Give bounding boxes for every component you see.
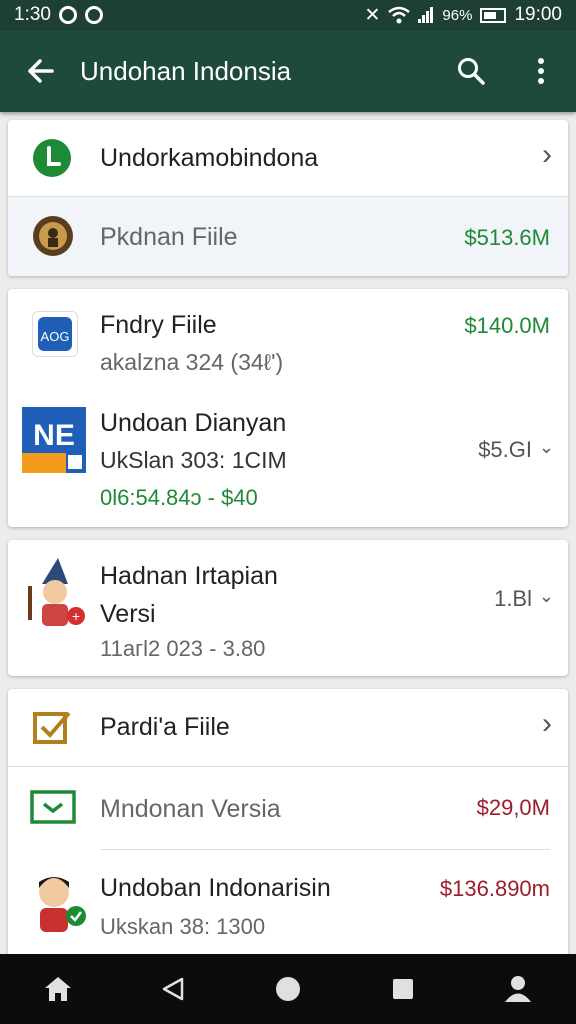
card-version: + Hadnan Irtapian Versi 11агl2 023 - 3.8… [8,540,568,676]
system-nav-bar [0,954,576,1024]
home-icon[interactable] [28,959,88,1019]
list-item[interactable]: AOG Fndry Fiile akalzna 324 (34ℓ') $140.… [8,289,568,389]
card1-item-row[interactable]: Pkdnan Fiile $513.6M [8,197,568,276]
status-bar: 1:30 ✕ 96% 19:00 [0,0,576,30]
search-icon[interactable] [436,30,506,112]
chevron-down-icon[interactable]: ⌄ [539,586,554,607]
item-detail: 0l6:54.84ɔ - $40 [100,485,258,510]
card1-item-value: $513.6M [464,225,550,250]
list-item[interactable]: Mndonan Versia $29,0M [8,767,568,849]
item-title: Fndry Fiile [100,311,217,339]
item-label: Mndonan Versia [100,795,281,823]
item-value: $140.0M [464,313,550,338]
checkbox-icon [32,709,72,745]
mute-icon: ✕ [364,4,381,26]
item-subtitle: akalzna 324 (34ℓ') [100,349,284,375]
signal-icon [418,7,434,23]
svg-text:AOG: AOG [41,329,70,344]
wifi-icon [388,6,411,24]
list-item[interactable]: + Hadnan Irtapian Versi 11агl2 023 - 3.8… [8,540,568,676]
card1-header-row[interactable]: Undorkamobindona › [8,120,568,196]
app-bar: Undohan Indonsia [0,30,576,112]
status-clock: 19:00 [514,4,562,25]
item-value: $5.GI [478,437,532,462]
card-summary: Undorkamobindona › Pkdnan Fiile $513.6M [8,120,568,276]
person-avatar-icon [24,866,88,932]
app-badge-icon: AOG [32,311,78,357]
item-title: Hadnan Irtapian [100,562,278,590]
notification-icon [58,6,77,24]
chevron-right-icon: › [542,138,552,171]
item-subtitle: Ukskan 38: 1300 [100,914,266,939]
battery-percent: 96% [442,6,473,24]
svg-text:NE: NE [33,419,75,452]
list-item[interactable]: Undoban Indonarisin Ukskan 38: 1300 $136… [8,850,568,954]
item-title-line2: Versi [100,600,156,628]
card4-header-label: Pardi'a Fiile [100,713,230,741]
phone-icon [32,138,72,178]
card-files: AOG Fndry Fiile akalzna 324 (34ℓ') $140.… [8,289,568,527]
item-value: 1.Bl [494,586,532,611]
nav-home-circle-icon[interactable] [258,959,318,1019]
chevron-right-icon: › [542,707,552,740]
ne-logo-icon: NE [22,407,86,473]
page-title: Undohan Indonsia [80,55,292,86]
more-vert-icon[interactable] [506,30,576,112]
list-item[interactable]: NE Undoan Dianyan UkSlan 303: 1CIM 0l6:5… [8,389,568,527]
settings-notification-icon [84,6,103,24]
emblem-icon [30,213,76,259]
battery-icon [480,7,507,23]
item-value: $29,0M [476,795,550,820]
status-time-left: 1:30 [14,4,51,25]
card4-header-row[interactable]: Pardi'a Fiile › [8,689,568,766]
nav-back-icon[interactable] [143,959,203,1019]
back-arrow-icon[interactable] [0,30,80,112]
wizard-avatar-icon: + [22,556,88,628]
svg-text:+: + [72,608,80,624]
card-pardia: Pardi'a Fiile › Mndonan Versia $29,0M Un… [8,689,568,954]
card1-item-label: Pkdnan Fiile [100,223,238,251]
item-subtitle: 11агl2 023 - 3.80 [100,636,266,661]
mail-icon [30,789,76,825]
chevron-down-icon[interactable]: ⌄ [539,437,554,458]
recents-icon[interactable] [373,959,433,1019]
item-title: Undoban Indonarisin [100,874,331,902]
profile-icon[interactable] [488,959,548,1019]
item-value: $136.890m [439,876,550,901]
item-title: Undoan Dianyan [100,409,287,437]
card1-header-label: Undorkamobindona [100,144,319,172]
item-subtitle: UkSlan 303: 1CIM [100,447,287,473]
